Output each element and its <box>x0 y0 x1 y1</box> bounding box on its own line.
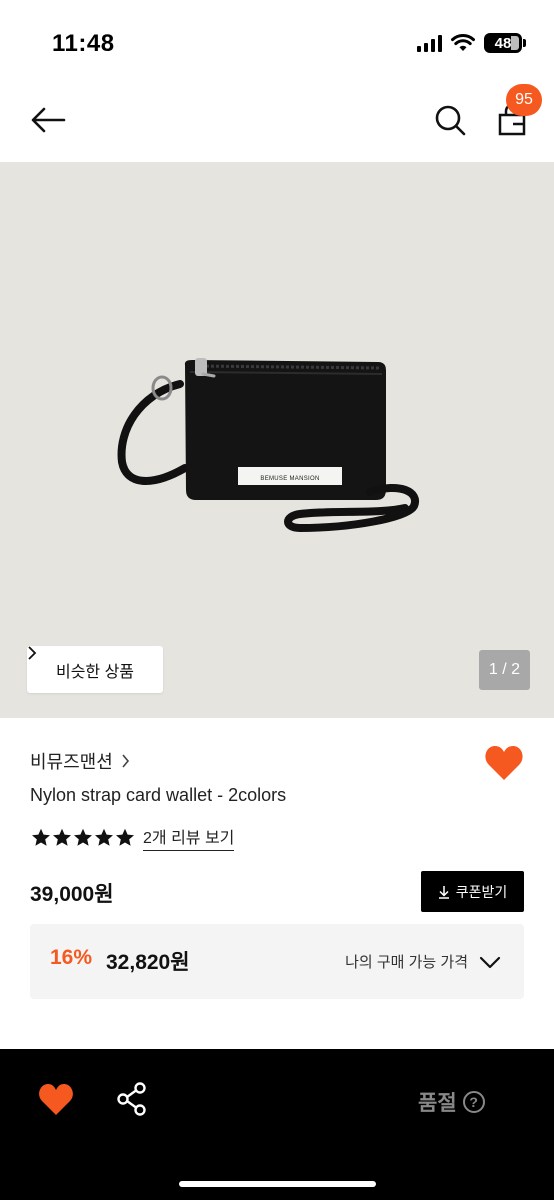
chevron-right-icon <box>28 646 37 660</box>
rating-row: 2개 리뷰 보기 <box>31 824 235 851</box>
soldout-label: 품절 <box>418 1092 457 1115</box>
chevron-right-icon <box>122 754 129 768</box>
signal-icon <box>417 34 442 52</box>
product-name: Nylon strap card wallet - 2colors <box>30 785 287 805</box>
battery-level: 48 <box>494 34 512 52</box>
star-icon <box>32 828 50 846</box>
brand-link[interactable]: 비뮤즈맨션 <box>30 748 130 774</box>
card-wallet-image: BEMUSE MANSION <box>117 358 419 533</box>
download-icon <box>438 885 449 899</box>
back-arrow-icon <box>31 107 66 133</box>
discount-price: 32,820원 <box>106 951 190 974</box>
heart-icon[interactable] <box>38 1083 74 1117</box>
wishlist-heart-icon[interactable] <box>484 744 524 782</box>
my-price-panel[interactable]: 16% 32,820원 나의 구매 가능 가격 <box>30 924 524 999</box>
star-icon <box>116 828 134 846</box>
status-time: 11:48 <box>52 30 115 57</box>
product-price: 39,000원 <box>30 883 114 906</box>
coupon-label: 쿠폰받기 <box>455 883 508 900</box>
battery-icon: 48 <box>484 33 526 53</box>
product-tag-text: BEMUSE MANSION <box>260 476 319 482</box>
review-link[interactable]: 2개 리뷰 보기 <box>143 824 235 851</box>
help-icon[interactable]: ? <box>462 1091 485 1113</box>
bottom-action-bar: 품절 ? <box>0 1049 554 1200</box>
similar-products-button[interactable]: 비슷한 상품 <box>27 646 163 693</box>
chevron-down-icon <box>479 956 501 969</box>
brand-name: 비뮤즈맨션 <box>30 752 113 772</box>
similar-products-label: 비슷한 상품 <box>55 663 135 681</box>
home-indicator <box>179 1181 376 1187</box>
coupon-button[interactable]: 쿠폰받기 <box>421 871 524 912</box>
product-image-gallery[interactable]: BEMUSE MANSION 비슷한 상품 1 / 2 <box>0 162 554 718</box>
wifi-icon <box>451 34 475 51</box>
star-icon <box>53 828 71 846</box>
share-icon[interactable] <box>116 1082 148 1116</box>
discount-rate: 16% <box>50 946 93 969</box>
status-icons: 48 <box>417 33 526 53</box>
my-price-label: 나의 구매 가능 가격 <box>345 954 468 971</box>
rating-stars <box>31 828 135 847</box>
back-button[interactable] <box>26 98 70 142</box>
soldout-status: 품절 ? <box>418 1087 485 1117</box>
product-detail-page: 11:48 48 95 BEMUSE MANSION 비슷한 상품 1 / 2 … <box>0 0 554 1200</box>
status-bar: 11:48 48 <box>0 0 554 80</box>
search-button[interactable] <box>428 98 472 142</box>
top-navigation <box>0 80 554 162</box>
star-icon <box>95 828 113 846</box>
star-icon <box>74 828 92 846</box>
image-page-indicator: 1 / 2 <box>479 650 530 690</box>
cart-count-badge: 95 <box>506 84 542 116</box>
search-icon <box>435 105 466 136</box>
